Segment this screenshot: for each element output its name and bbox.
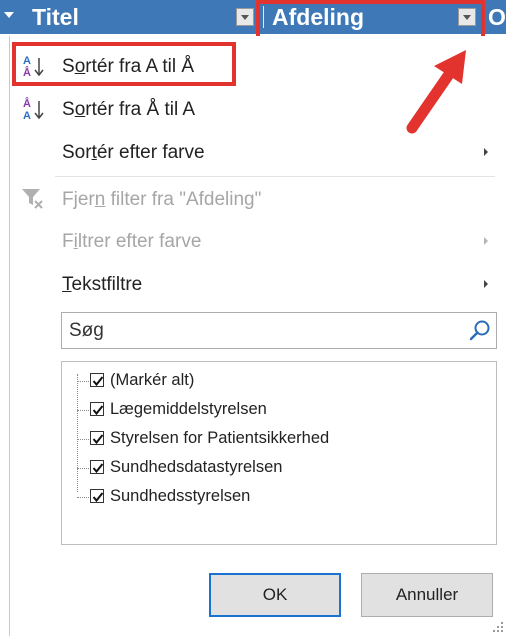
checkbox[interactable] — [90, 489, 104, 503]
resize-grip-icon[interactable] — [492, 621, 504, 633]
red-annotation-arrow-icon — [406, 50, 466, 134]
ok-button[interactable]: OK — [209, 573, 341, 617]
column-header-titel: Titel — [32, 4, 79, 30]
checkbox[interactable] — [90, 402, 104, 416]
checkbox[interactable] — [90, 431, 104, 445]
tree-line — [77, 468, 89, 469]
sort-z-a-icon: Å A — [23, 97, 44, 122]
menu-divider — [55, 176, 495, 177]
submenu-arrow-icon — [484, 280, 488, 288]
check-icon — [92, 463, 104, 474]
check-icon — [92, 492, 104, 503]
list-item[interactable]: Sundhedsdatastyrelsen — [77, 455, 477, 481]
filter-by-color-label: Filtrer efter farve — [62, 231, 202, 252]
clear-filter-icon — [22, 189, 43, 209]
cancel-button[interactable]: Annuller — [361, 573, 493, 617]
list-item-label: Sundhedsdatastyrelsen — [110, 458, 283, 476]
menu-item-filter-by-color: Filtrer efter farve — [10, 223, 506, 259]
list-item[interactable]: Styrelsen for Patientsikkerhed — [77, 426, 477, 452]
clear-filter-label: Fjern filter fra "Afdeling" — [62, 189, 262, 210]
titel-filter-dropdown-button[interactable] — [236, 8, 254, 26]
search-box — [61, 312, 497, 349]
check-icon — [92, 376, 104, 387]
list-item-label: Sundhedsstyrelsen — [110, 487, 251, 505]
tree-line — [77, 497, 89, 498]
svg-text:A: A — [23, 110, 31, 122]
checkbox[interactable] — [90, 373, 104, 387]
submenu-arrow-icon — [484, 237, 488, 245]
checkbox[interactable] — [90, 460, 104, 474]
highlight-sort-a-z — [12, 42, 236, 86]
menu-item-clear-filter: Fjern filter fra "Afdeling" — [10, 181, 506, 217]
list-item-label: Styrelsen for Patientsikkerhed — [110, 429, 330, 447]
list-item[interactable]: Lægemiddelstyrelsen — [77, 397, 477, 423]
svg-text:Å: Å — [23, 97, 31, 110]
column-header-partial: O — [488, 4, 506, 30]
tree-line — [77, 381, 89, 382]
search-input[interactable] — [62, 313, 459, 348]
filter-values-list: (Markér alt) Lægemiddelstyrelsen Styrelsen… — [61, 361, 497, 545]
sort-by-color-label: Sortér efter farve — [62, 142, 205, 163]
submenu-arrow-icon — [484, 148, 488, 156]
magnifier-icon[interactable] — [468, 319, 492, 343]
list-item-label: (Markér alt) — [110, 371, 195, 389]
check-icon — [92, 405, 104, 416]
tree-line — [77, 410, 89, 411]
left-column-dropdown-icon[interactable] — [4, 12, 14, 18]
tree-line — [77, 439, 89, 440]
menu-item-text-filters[interactable]: Tekstfiltre — [10, 266, 506, 302]
list-item[interactable]: Sundhedsstyrelsen — [77, 484, 477, 510]
sort-z-a-label: Sortér fra Å til A — [62, 99, 196, 120]
text-filters-label: Tekstfiltre — [62, 274, 143, 295]
check-icon — [92, 434, 104, 445]
list-item-label: Lægemiddelstyrelsen — [110, 400, 267, 418]
list-item[interactable]: (Markér alt) — [77, 368, 477, 394]
